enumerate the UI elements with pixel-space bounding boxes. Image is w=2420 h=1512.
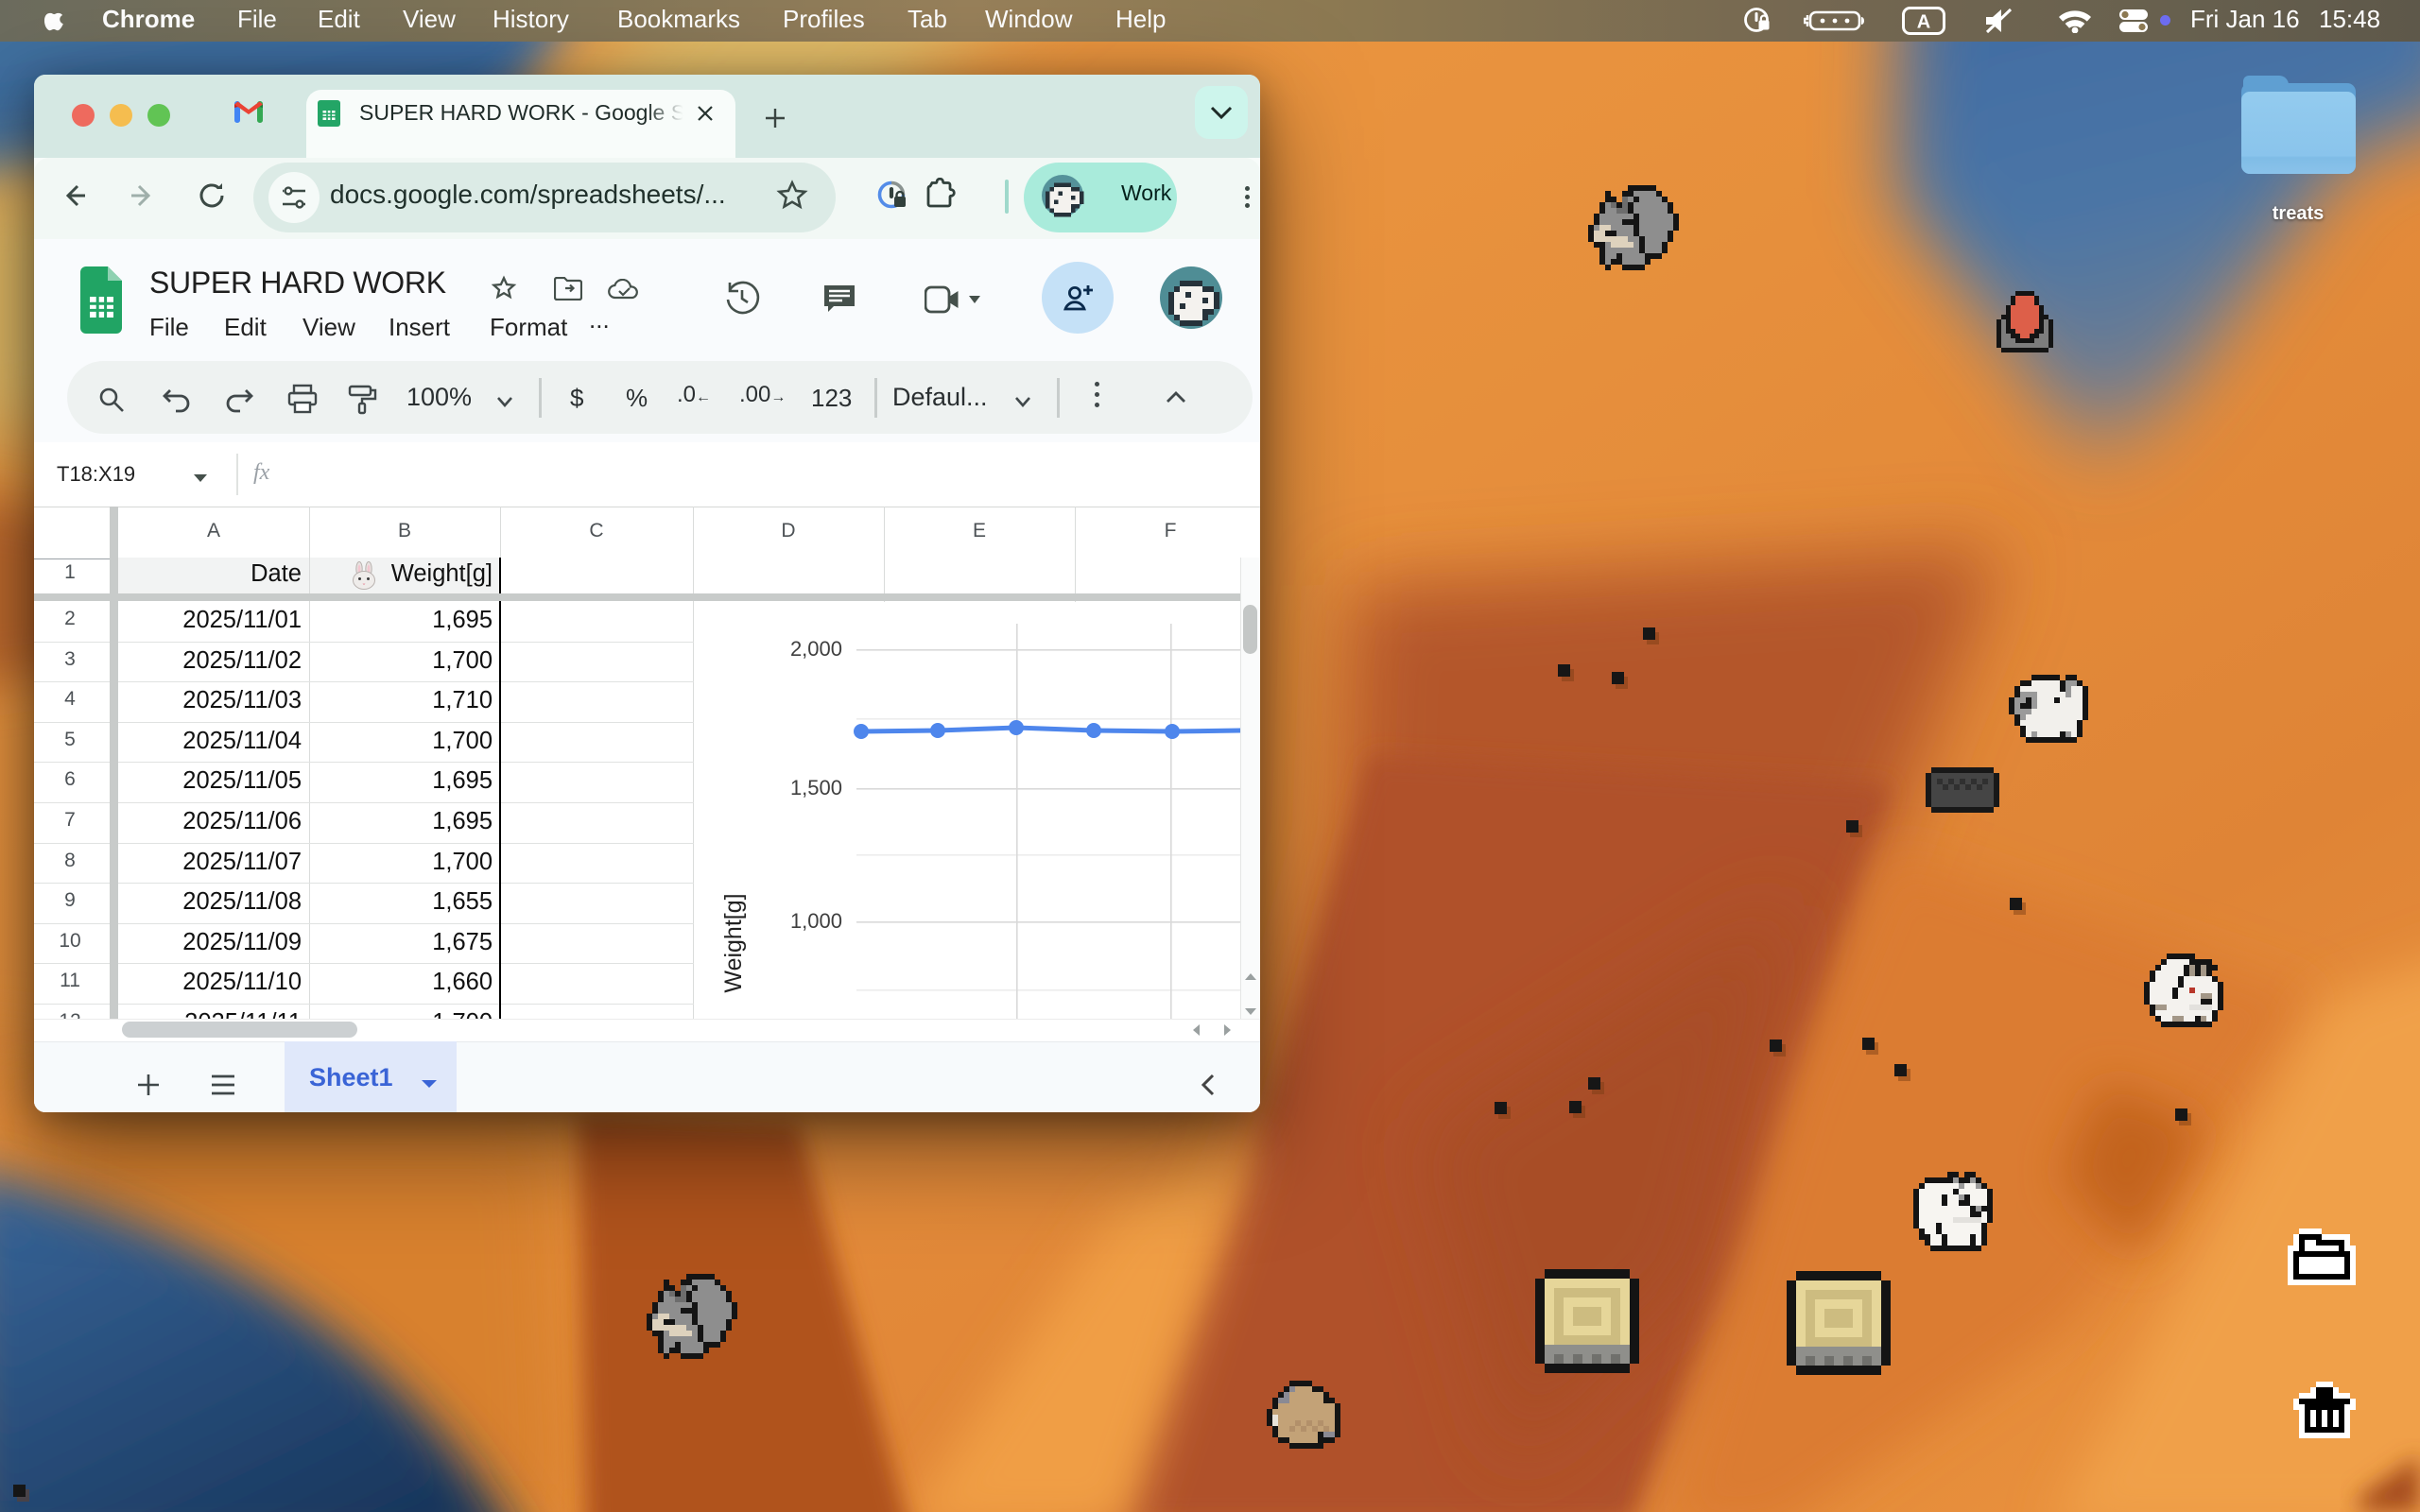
svg-text:2,000: 2,000 bbox=[790, 637, 842, 661]
svg-text:1,500: 1,500 bbox=[790, 776, 842, 799]
svg-text:A: A bbox=[1917, 12, 1930, 33]
svg-text:Weight[g]: Weight[g] bbox=[720, 893, 747, 992]
svg-text:1,000: 1,000 bbox=[790, 909, 842, 933]
